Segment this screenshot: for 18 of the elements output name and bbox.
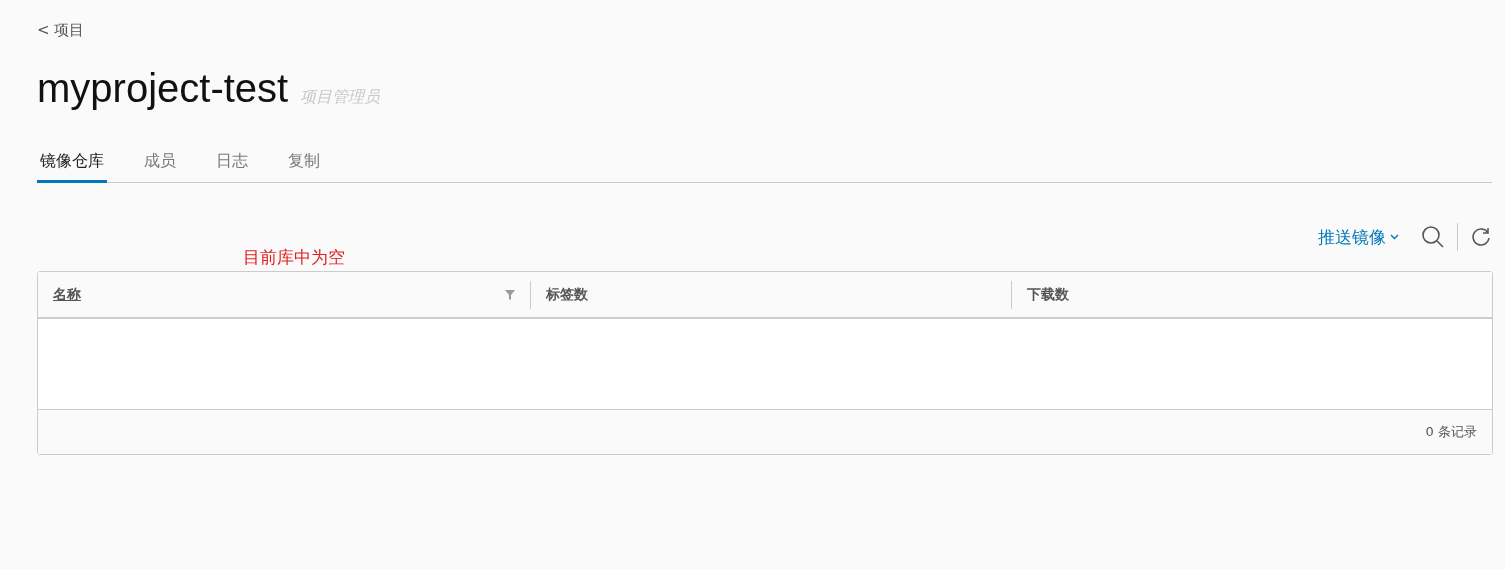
record-count: 0 条记录: [1425, 423, 1477, 441]
tab[interactable]: 复制: [285, 151, 323, 183]
column-header[interactable]: 标签数: [546, 285, 588, 304]
push-image-button[interactable]: 推送镜像: [1318, 225, 1399, 249]
empty-note: 目前库中为空: [243, 245, 345, 269]
tab[interactable]: 日志: [213, 151, 251, 183]
column-header[interactable]: 名称: [53, 285, 81, 304]
chevron-down-icon: [1390, 234, 1399, 240]
refresh-icon: [1470, 226, 1492, 248]
refresh-button[interactable]: [1470, 226, 1492, 248]
project-title: myproject-test: [37, 66, 289, 111]
search-button[interactable]: [1421, 225, 1445, 249]
back-link[interactable]: < 项目: [37, 21, 85, 40]
tab[interactable]: 成员: [141, 151, 179, 183]
filter-icon[interactable]: [505, 289, 515, 300]
column-header[interactable]: 下载数: [1027, 285, 1069, 304]
tab[interactable]: 镜像仓库: [37, 151, 107, 183]
search-icon: [1421, 225, 1445, 249]
